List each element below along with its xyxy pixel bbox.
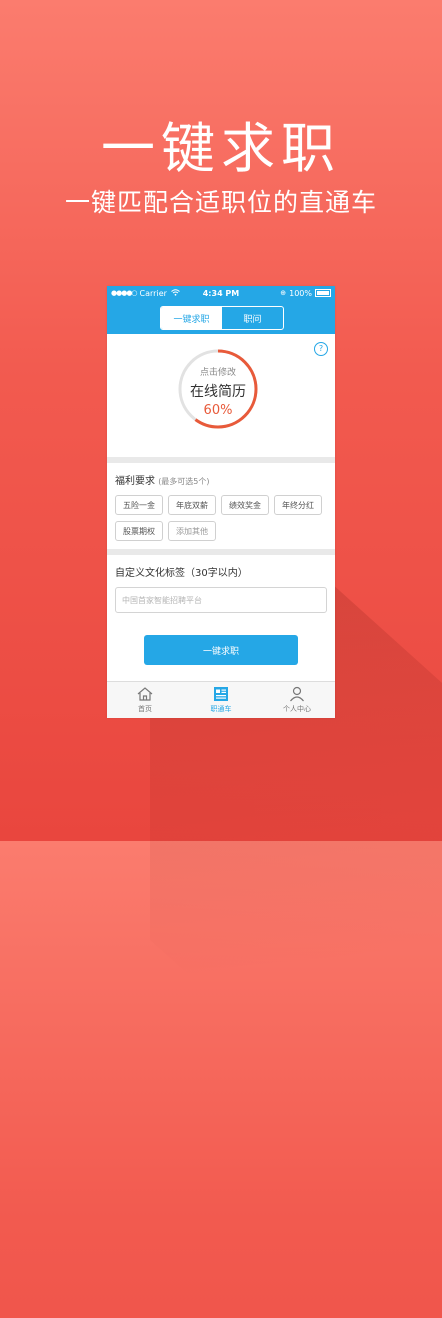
help-icon[interactable]: ?	[314, 342, 328, 356]
battery-percent: 100%	[289, 288, 312, 298]
hero-title: 一键求职	[101, 117, 341, 180]
profile-icon	[290, 686, 304, 702]
tab-one-click-job[interactable]: 一键求职	[161, 307, 222, 329]
tab-job-express[interactable]: 职通车	[183, 682, 259, 718]
resume-progress-text[interactable]: 点击修改 在线简历 60%	[176, 347, 260, 431]
benefit-tag[interactable]: 五险一金	[115, 495, 163, 515]
top-bar: ●●●●○ Carrier 4:34 PM ⊕ 100% 一键求职 职问	[107, 286, 335, 334]
orientation-lock-icon: ⊕	[280, 289, 287, 297]
resume-progress-value: 60%	[203, 403, 233, 418]
tab-home[interactable]: 首页	[107, 682, 183, 718]
one-click-apply-button[interactable]: 一键求职	[144, 635, 298, 665]
culture-title: 自定义文化标签（30字以内）	[115, 568, 248, 579]
benefit-tag[interactable]: 年底双薪	[168, 495, 216, 515]
benefits-hint: (最多可选5个)	[158, 477, 210, 486]
benefit-tag[interactable]: 年终分红	[274, 495, 322, 515]
bottom-tab-bar: 首页 职通车 个人中心	[107, 681, 335, 718]
tap-to-edit-hint: 点击修改	[199, 368, 236, 378]
tab-profile-label: 个人中心	[283, 705, 311, 713]
hero-subtitle: 一键匹配合适职位的直通车	[64, 188, 377, 217]
online-resume-title: 在线简历	[190, 384, 246, 400]
resume-card: ? 点击修改 在线简历 60%	[107, 334, 335, 457]
add-other-benefit-button[interactable]: 添加其他	[168, 521, 216, 541]
phone-screen: ●●●●○ Carrier 4:34 PM ⊕ 100% 一键求职 职问 ? 点…	[107, 286, 335, 718]
culture-section: 自定义文化标签（30字以内） 中国首家智能招聘平台 一键求职	[107, 555, 335, 694]
benefits-section: 福利要求 (最多可选5个) 五险一金 年底双薪 绩效奖金 年终分红 股票期权 添…	[107, 463, 335, 549]
segmented-control: 一键求职 职问	[160, 306, 284, 330]
tab-profile[interactable]: 个人中心	[259, 682, 335, 718]
battery-icon	[315, 289, 331, 297]
benefits-title: 福利要求 (最多可选5个)	[115, 472, 327, 487]
benefit-tag[interactable]: 股票期权	[115, 521, 163, 541]
culture-tag-input[interactable]: 中国首家智能招聘平台	[115, 587, 327, 613]
benefit-tags: 五险一金 年底双薪 绩效奖金 年终分红 股票期权 添加其他	[115, 495, 327, 541]
tab-home-label: 首页	[138, 705, 152, 713]
tab-job-express-label: 职通车	[210, 705, 232, 713]
job-express-icon	[214, 687, 228, 701]
benefit-tag[interactable]: 绩效奖金	[221, 495, 269, 515]
tab-job-questions[interactable]: 职问	[222, 307, 283, 329]
benefits-title-text: 福利要求	[115, 476, 155, 487]
status-bar: ●●●●○ Carrier 4:34 PM ⊕ 100%	[107, 286, 335, 300]
home-icon	[137, 687, 153, 701]
